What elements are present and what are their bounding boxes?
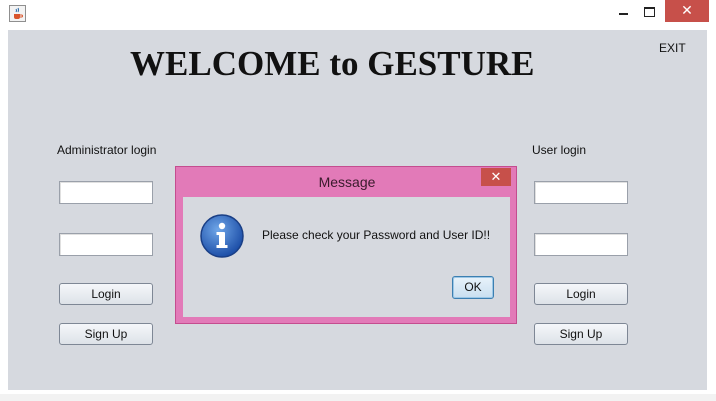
user-signup-button[interactable]: Sign Up: [534, 323, 628, 345]
admin-username-field[interactable]: [59, 181, 153, 204]
dialog-title: Message: [318, 174, 376, 190]
user-password-field[interactable]: [534, 233, 628, 256]
dialog-body: Please check your Password and User ID!!…: [183, 197, 510, 317]
title-bar: ✕: [0, 0, 716, 28]
dialog-message: Please check your Password and User ID!!: [262, 228, 491, 242]
message-dialog: Message ✕ Please check your Password and…: [175, 166, 517, 324]
admin-signup-button[interactable]: Sign Up: [59, 323, 153, 345]
exit-button[interactable]: EXIT: [659, 41, 686, 55]
maximize-button[interactable]: [638, 0, 660, 22]
admin-password-field[interactable]: [59, 233, 153, 256]
minimize-icon: [618, 13, 628, 15]
ok-button[interactable]: OK: [452, 276, 494, 299]
page-title: WELCOME to GESTURE: [130, 44, 535, 83]
admin-login-label: Administrator login: [57, 143, 157, 157]
user-login-button[interactable]: Login: [534, 283, 628, 305]
java-cup-icon: [9, 5, 26, 22]
info-icon: [199, 213, 245, 259]
minimize-button[interactable]: [612, 0, 634, 22]
application-window: ✕ WELCOME to GESTURE EXIT Administrator …: [0, 0, 716, 401]
dialog-close-button[interactable]: ✕: [481, 168, 511, 186]
maximize-icon: [643, 7, 655, 17]
user-username-field[interactable]: [534, 181, 628, 204]
close-window-button[interactable]: ✕: [665, 0, 709, 22]
admin-login-button[interactable]: Login: [59, 283, 153, 305]
window-bottom-edge: [0, 394, 716, 401]
user-login-label: User login: [532, 143, 587, 157]
